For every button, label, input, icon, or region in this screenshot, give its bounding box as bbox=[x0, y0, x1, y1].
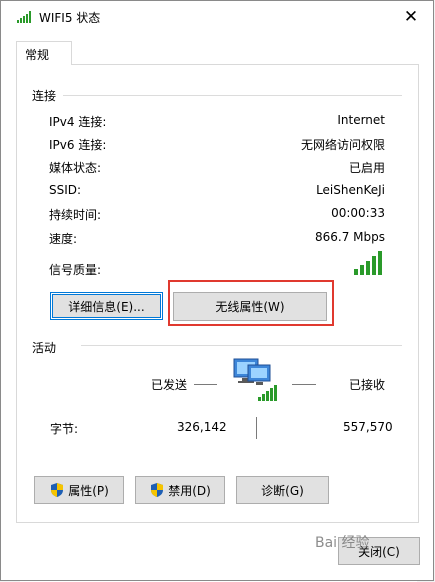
close-window-button[interactable]: ✕ bbox=[389, 1, 433, 32]
wireless-properties-button[interactable]: 无线属性(W) bbox=[173, 292, 327, 321]
signal-strength-icon bbox=[354, 251, 382, 275]
media-state-label: 媒体状态: bbox=[49, 161, 102, 175]
uac-shield-icon bbox=[51, 483, 64, 497]
signal-quality-label: 信号质量: bbox=[49, 263, 102, 277]
properties-button[interactable]: 属性(P) bbox=[34, 476, 124, 504]
bytes-separator bbox=[256, 417, 257, 439]
network-activity-icon bbox=[233, 358, 277, 401]
activity-divider bbox=[81, 345, 402, 346]
sent-line bbox=[194, 384, 217, 385]
title-bar: WIFI5 状态 ✕ bbox=[1, 1, 433, 32]
uac-shield-icon bbox=[151, 483, 164, 497]
tab-general[interactable]: 常规 bbox=[16, 41, 72, 65]
disable-button-label: 禁用(D) bbox=[168, 483, 211, 498]
connection-section-title: 连接 bbox=[32, 89, 57, 103]
ipv6-value: 无网络访问权限 bbox=[300, 138, 385, 152]
diagnose-button[interactable]: 诊断(G) bbox=[236, 476, 329, 504]
window-title: WIFI5 状态 bbox=[39, 11, 101, 25]
details-button-label: 详细信息(E)... bbox=[68, 299, 145, 314]
disable-button[interactable]: 禁用(D) bbox=[135, 476, 225, 504]
duration-value: 00:00:33 bbox=[331, 206, 385, 220]
received-line bbox=[292, 384, 316, 385]
ipv6-label: IPv6 连接: bbox=[49, 138, 107, 152]
ipv4-label: IPv4 连接: bbox=[49, 115, 107, 129]
bytes-label: 字节: bbox=[50, 422, 79, 436]
wifi-signal-icon bbox=[17, 11, 31, 23]
connection-divider bbox=[63, 95, 402, 96]
properties-button-label: 属性(P) bbox=[68, 483, 109, 498]
media-state-value: 已启用 bbox=[348, 161, 385, 175]
received-label: 已接收 bbox=[349, 378, 386, 392]
speed-label: 速度: bbox=[49, 232, 78, 246]
details-button[interactable]: 详细信息(E)... bbox=[50, 292, 163, 320]
sent-label: 已发送 bbox=[151, 378, 188, 392]
speed-value: 866.7 Mbps bbox=[314, 230, 385, 244]
ipv4-value: Internet bbox=[337, 113, 385, 127]
bytes-received-value: 557,570 bbox=[343, 420, 393, 434]
watermark: Bai 经验 bbox=[315, 532, 415, 568]
watermark-text: Bai 经验 bbox=[315, 535, 370, 551]
wifi-status-dialog: WIFI5 状态 ✕ 常规 连接 IPv4 连接: Internet IPv6 … bbox=[0, 0, 434, 581]
activity-section-title: 活动 bbox=[32, 341, 57, 355]
ssid-label: SSID: bbox=[49, 183, 82, 197]
duration-label: 持续时间: bbox=[49, 208, 102, 222]
wireless-properties-label: 无线属性(W) bbox=[215, 300, 285, 314]
bytes-sent-value: 326,142 bbox=[177, 420, 227, 434]
tab-general-label: 常规 bbox=[25, 48, 50, 62]
diagnose-button-label: 诊断(G) bbox=[261, 483, 304, 498]
ssid-value: LeiShenKeJi bbox=[316, 183, 385, 197]
close-icon: ✕ bbox=[403, 6, 419, 27]
